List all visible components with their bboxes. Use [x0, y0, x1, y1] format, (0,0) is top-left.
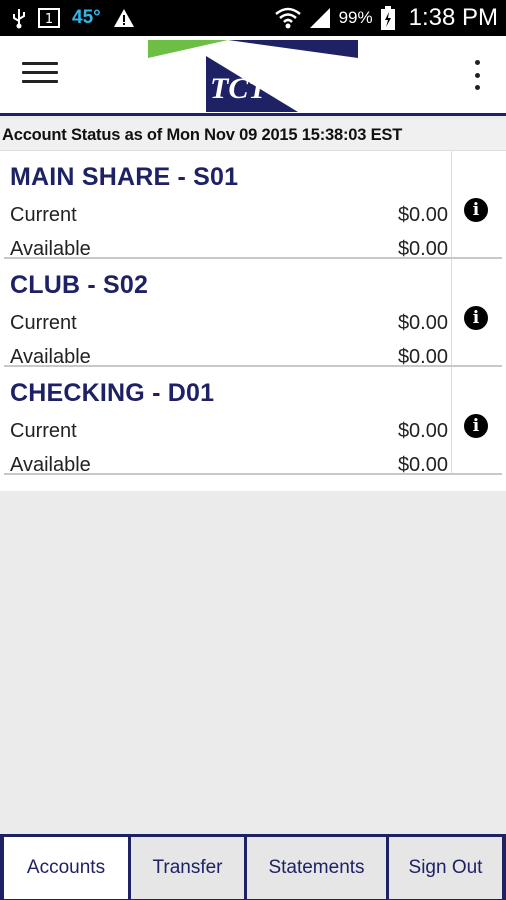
svg-text:1: 1: [45, 12, 53, 27]
logo-text: TCT: [210, 72, 268, 105]
current-label: Current: [10, 420, 77, 442]
logo-subtext: FEDERAL CREDIT UNION: [208, 106, 269, 112]
info-icon[interactable]: i: [464, 198, 488, 222]
info-icon[interactable]: i: [464, 414, 488, 438]
battery-percent: 99%: [338, 8, 373, 27]
battery-icon: [380, 6, 395, 30]
account-item-checking[interactable]: CHECKING - D01 Current $0.00 Available $…: [0, 367, 506, 476]
current-value: $0.00: [397, 312, 448, 334]
overflow-menu-icon[interactable]: [472, 60, 482, 90]
account-item-main-share[interactable]: MAIN SHARE - S01 Current $0.00 Available…: [0, 151, 506, 260]
current-value: $0.00: [397, 420, 448, 442]
tab-transfer[interactable]: Transfer: [131, 837, 244, 899]
usb-icon: [13, 9, 25, 29]
tab-statements[interactable]: Statements: [247, 837, 386, 899]
account-title: MAIN SHARE - S01: [10, 163, 239, 191]
content-background: [0, 491, 506, 834]
warning-icon: [113, 9, 134, 27]
status-bar: 1 45° 99% 1:38 PM: [0, 0, 506, 36]
info-icon[interactable]: i: [464, 306, 488, 330]
accounts-list: MAIN SHARE - S01 Current $0.00 Available…: [0, 151, 506, 491]
tct-logo: TCT FEDERAL CREDIT UNION: [148, 40, 358, 112]
bottom-tab-bar: Accounts Transfer Statements Sign Out: [0, 834, 506, 900]
current-label: Current: [10, 312, 77, 334]
account-title: CLUB - S02: [10, 271, 149, 299]
account-status-text: Account Status as of Mon Nov 09 2015 15:…: [0, 119, 506, 151]
signal-icon: [309, 8, 330, 28]
account-item-club[interactable]: CLUB - S02 Current $0.00 Available $0.00…: [0, 259, 506, 368]
current-value: $0.00: [397, 204, 448, 226]
hamburger-menu-icon[interactable]: [22, 62, 58, 88]
tab-sign-out[interactable]: Sign Out: [389, 837, 502, 899]
temperature-text: 45°: [72, 7, 101, 28]
wifi-icon: [274, 7, 301, 29]
app-bar: TCT FEDERAL CREDIT UNION: [0, 36, 506, 116]
account-title: CHECKING - D01: [10, 379, 215, 407]
current-label: Current: [10, 204, 77, 226]
tab-accounts[interactable]: Accounts: [4, 837, 128, 899]
sim-icon: 1: [38, 8, 60, 28]
clock: 1:38 PM: [408, 4, 498, 31]
